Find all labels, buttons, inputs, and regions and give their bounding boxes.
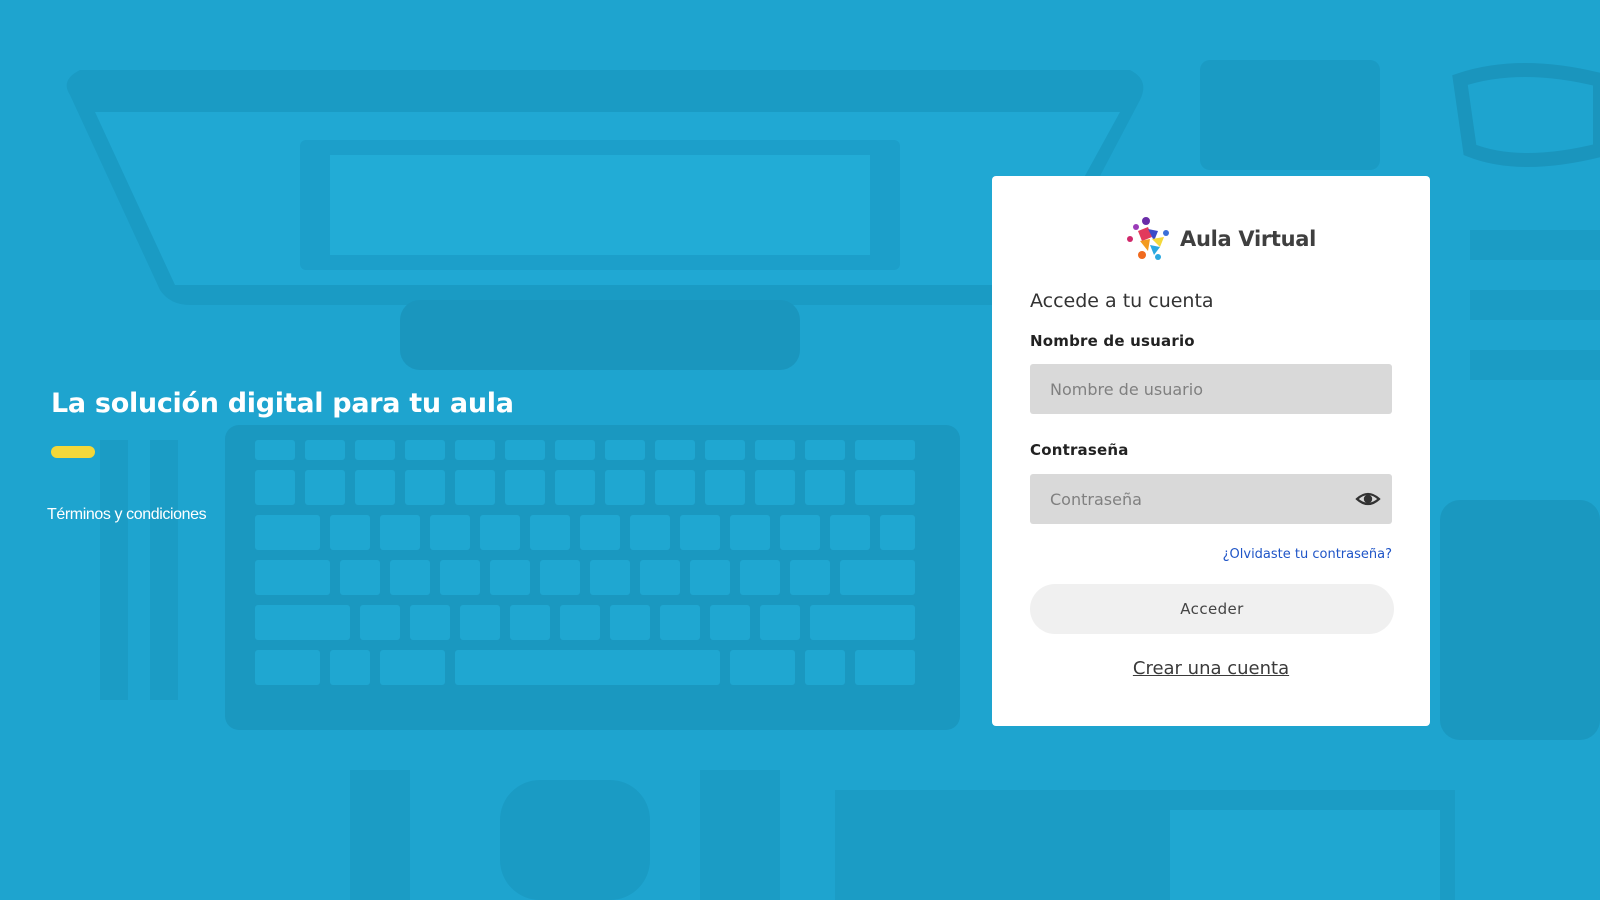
terms-link[interactable]: Términos y condiciones	[47, 506, 207, 524]
show-password-toggle[interactable]	[1354, 485, 1382, 513]
forgot-password-link[interactable]: ¿Olvidaste tu contraseña?	[1223, 547, 1392, 562]
aula-virtual-logo-icon	[1127, 217, 1169, 260]
hero-title: La solución digital para tu aula	[51, 388, 514, 419]
password-input[interactable]	[1030, 474, 1392, 524]
hero-accent-bar	[51, 446, 95, 458]
brand-name: Aula Virtual	[1180, 227, 1317, 251]
login-card: Aula Virtual Accede a tu cuenta Nombre d…	[992, 176, 1430, 726]
username-label: Nombre de usuario	[1030, 332, 1195, 350]
create-account-link[interactable]: Crear una cuenta	[992, 658, 1430, 679]
login-heading: Accede a tu cuenta	[1030, 290, 1214, 312]
eye-icon	[1355, 492, 1381, 506]
password-label: Contraseña	[1030, 441, 1129, 459]
login-submit-button[interactable]: Acceder	[1030, 584, 1394, 634]
brand-logo: Aula Virtual	[1122, 214, 1316, 264]
username-field-wrapper	[1030, 364, 1392, 414]
password-field-wrapper	[1030, 474, 1392, 524]
username-input[interactable]	[1030, 364, 1392, 414]
